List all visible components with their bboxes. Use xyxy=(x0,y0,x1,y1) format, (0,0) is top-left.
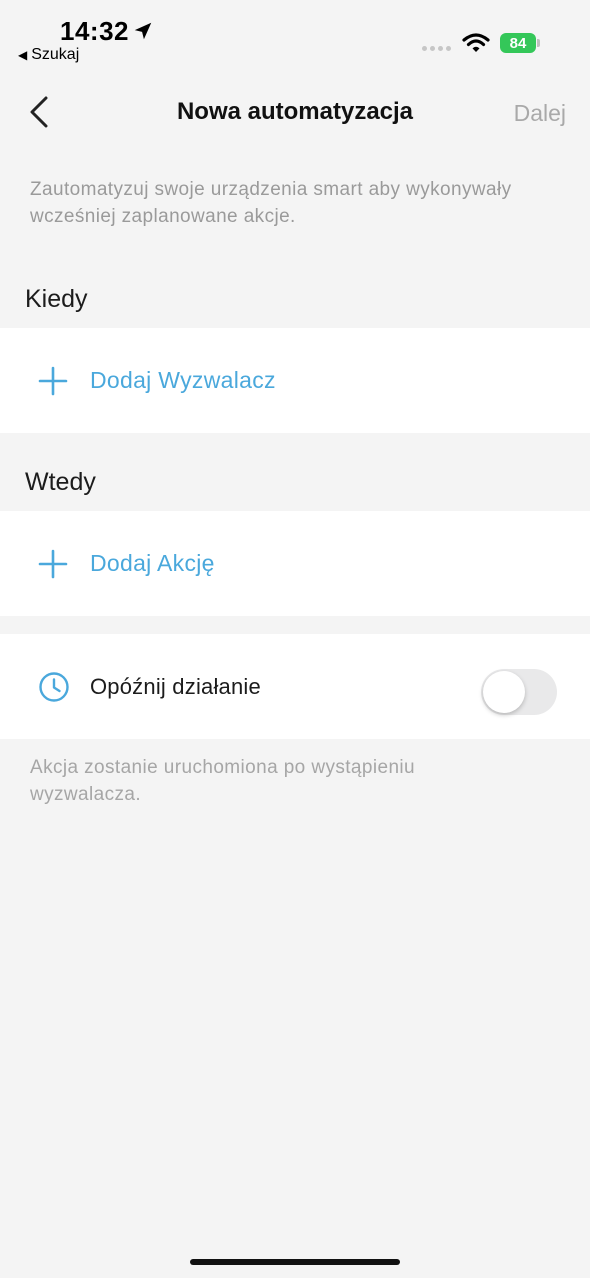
next-button[interactable]: Dalej xyxy=(514,100,566,127)
page-title: Nowa automatyzacja xyxy=(176,98,414,125)
back-triangle-icon: ◀ xyxy=(18,48,28,62)
when-section-label: Kiedy xyxy=(25,285,88,313)
intro-text: Zautomatyzuj swoje urządzenia smart aby … xyxy=(30,179,512,227)
status-time: 14:32 xyxy=(60,16,129,46)
home-indicator[interactable] xyxy=(190,1259,400,1265)
add-action-label: Dodaj Akcję xyxy=(90,550,215,576)
battery-indicator: 84 xyxy=(500,33,536,53)
then-section-label: Wtedy xyxy=(25,468,96,496)
add-trigger-label: Dodaj Wyzwalacz xyxy=(90,367,276,393)
delay-card: Opóźnij działanie xyxy=(0,634,590,739)
delay-label: Opóźnij działanie xyxy=(90,673,261,699)
clock-icon xyxy=(39,671,69,702)
delay-footnote: Akcja zostanie uruchomiona po wystąpieni… xyxy=(30,757,415,805)
battery-cap xyxy=(537,39,540,47)
delay-toggle-knob xyxy=(483,671,525,713)
plus-icon xyxy=(38,549,68,578)
when-card: Dodaj Wyzwalacz xyxy=(0,328,590,433)
add-action-button[interactable]: Dodaj Akcję xyxy=(0,511,590,616)
battery-level: 84 xyxy=(509,34,527,52)
plus-icon xyxy=(38,366,68,395)
delay-row: Opóźnij działanie xyxy=(0,634,590,739)
then-card: Dodaj Akcję xyxy=(0,511,590,616)
back-to-app-link[interactable]: ◀ Szukaj xyxy=(18,46,79,64)
wifi-icon xyxy=(462,33,490,52)
delay-toggle[interactable] xyxy=(481,669,557,715)
location-arrow-icon xyxy=(134,22,152,40)
cellular-signal-icon xyxy=(422,46,451,51)
back-to-app-label: Szukaj xyxy=(31,46,80,63)
add-trigger-button[interactable]: Dodaj Wyzwalacz xyxy=(0,328,590,433)
